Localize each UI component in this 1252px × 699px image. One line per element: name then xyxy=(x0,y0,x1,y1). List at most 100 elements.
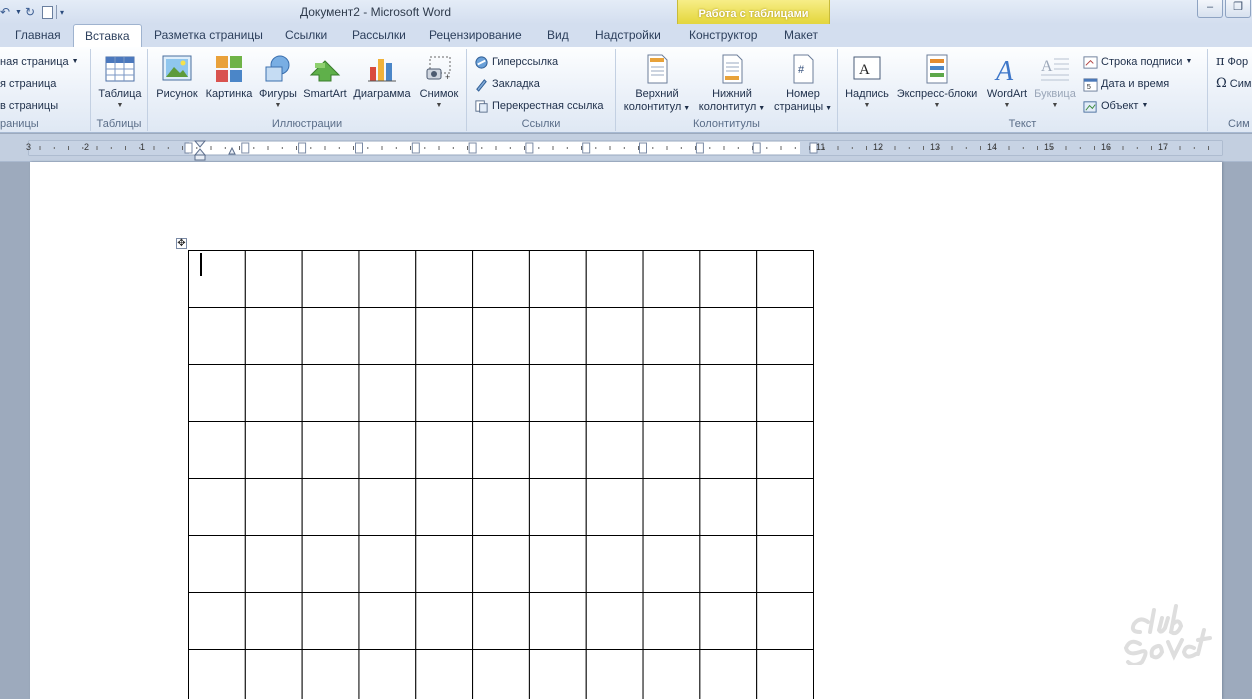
table-cell[interactable] xyxy=(301,592,360,650)
table-cell[interactable] xyxy=(301,535,360,593)
tab-table-design[interactable]: Конструктор xyxy=(689,24,757,47)
ruler-column-marker[interactable] xyxy=(695,142,704,154)
textbox-button[interactable]: A Надпись ▼ xyxy=(843,53,891,110)
chart-button[interactable]: Диаграмма xyxy=(351,53,413,101)
table-cell[interactable] xyxy=(188,592,246,650)
ruler-column-marker[interactable] xyxy=(298,142,307,154)
table-cell[interactable] xyxy=(699,478,758,536)
table-cell[interactable] xyxy=(528,421,587,479)
dropcap-button[interactable]: A Буквица ▼ xyxy=(1033,53,1077,110)
table-cell[interactable] xyxy=(244,478,303,536)
table-cell[interactable] xyxy=(585,364,644,422)
table-cell[interactable] xyxy=(244,649,303,699)
table-cell[interactable] xyxy=(244,307,303,365)
table-cell[interactable] xyxy=(699,649,758,699)
smartart-button[interactable]: SmartArt xyxy=(301,53,349,101)
table-cell[interactable] xyxy=(188,649,246,699)
table-cell[interactable] xyxy=(358,649,417,699)
table-cell[interactable] xyxy=(585,592,644,650)
table-cell[interactable] xyxy=(244,250,303,308)
table-cell[interactable] xyxy=(188,421,246,479)
table-cell[interactable] xyxy=(188,364,246,422)
wordart-button[interactable]: A WordArt ▼ xyxy=(983,53,1031,110)
table-cell[interactable] xyxy=(358,592,417,650)
table-cell[interactable] xyxy=(528,478,587,536)
table-cell[interactable] xyxy=(756,592,814,650)
table-cell[interactable] xyxy=(642,364,701,422)
table-cell[interactable] xyxy=(642,478,701,536)
ruler-column-marker[interactable] xyxy=(411,142,420,154)
table-cell[interactable] xyxy=(301,649,360,699)
table-cell[interactable] xyxy=(415,535,474,593)
table-cell[interactable] xyxy=(188,250,246,308)
table-cell[interactable] xyxy=(585,307,644,365)
ruler-column-marker[interactable] xyxy=(355,142,363,154)
table-cell[interactable] xyxy=(528,535,587,593)
table-cell[interactable] xyxy=(756,649,814,699)
table-cell[interactable] xyxy=(472,592,530,650)
tab-view[interactable]: Вид xyxy=(547,24,569,47)
table-cell[interactable] xyxy=(528,307,587,365)
table-cell[interactable] xyxy=(585,478,644,536)
table-button[interactable]: Таблица ▼ xyxy=(97,53,143,110)
table-cell[interactable] xyxy=(415,307,474,365)
table-cell[interactable] xyxy=(585,649,644,699)
table-cell[interactable] xyxy=(358,535,417,593)
table-cell[interactable] xyxy=(472,364,530,422)
table-cell[interactable] xyxy=(188,307,246,365)
redo-icon[interactable]: ↻ xyxy=(25,5,39,19)
table-cell[interactable] xyxy=(699,250,758,308)
table-cell[interactable] xyxy=(699,364,758,422)
tab-addins[interactable]: Надстройки xyxy=(595,24,661,47)
table-cell[interactable] xyxy=(642,307,701,365)
table-cell[interactable] xyxy=(358,250,417,308)
table-cell[interactable] xyxy=(301,478,360,536)
table-cell[interactable] xyxy=(699,592,758,650)
table-cell[interactable] xyxy=(699,535,758,593)
table-cell[interactable] xyxy=(415,364,474,422)
table-cell[interactable] xyxy=(244,535,303,593)
table-cell[interactable] xyxy=(756,421,814,479)
tab-mailings[interactable]: Рассылки xyxy=(352,24,406,47)
table-cell[interactable] xyxy=(756,364,814,422)
footer-button[interactable]: Нижний колонтитул ▼ xyxy=(696,53,768,115)
table-cell[interactable] xyxy=(301,250,360,308)
header-button[interactable]: Верхний колонтитул ▼ xyxy=(621,53,693,115)
ruler-column-marker[interactable] xyxy=(525,142,534,154)
blank-page-button[interactable]: я страница xyxy=(0,75,56,93)
table-cell[interactable] xyxy=(358,364,417,422)
table-cell[interactable] xyxy=(585,250,644,308)
equation-button[interactable]: π Фор xyxy=(1216,53,1248,71)
table-cell[interactable] xyxy=(699,421,758,479)
table-cell[interactable] xyxy=(642,592,701,650)
screenshot-button[interactable]: + Снимок ▼ xyxy=(416,53,462,110)
tab-insert[interactable]: Вставка xyxy=(73,24,142,48)
object-button[interactable]: Объект ▼ xyxy=(1083,97,1148,115)
table-cell[interactable] xyxy=(244,421,303,479)
tab-home[interactable]: Главная xyxy=(15,24,61,47)
table-cell[interactable] xyxy=(472,307,530,365)
cover-page-button[interactable]: ная страница ▼ xyxy=(0,53,79,71)
table-cell[interactable] xyxy=(642,535,701,593)
table-cell[interactable] xyxy=(756,307,814,365)
table-cell[interactable] xyxy=(528,364,587,422)
table-cell[interactable] xyxy=(415,649,474,699)
table-cell[interactable] xyxy=(415,250,474,308)
table-cell[interactable] xyxy=(472,649,530,699)
ruler-column-marker[interactable] xyxy=(241,142,250,154)
clipart-button[interactable]: Картинка xyxy=(203,53,255,101)
ruler-column-marker[interactable] xyxy=(184,142,193,154)
page-number-button[interactable]: # Номер страницы ▼ xyxy=(771,53,835,115)
signature-line-button[interactable]: Строка подписи ▼ xyxy=(1083,53,1192,71)
ruler-column-marker[interactable] xyxy=(752,142,761,154)
table-cell[interactable] xyxy=(415,478,474,536)
table-cell[interactable] xyxy=(472,535,530,593)
table-cell[interactable] xyxy=(699,307,758,365)
tab-page-layout[interactable]: Разметка страницы xyxy=(154,24,263,47)
table-cell[interactable] xyxy=(642,250,701,308)
table-cell[interactable] xyxy=(358,421,417,479)
table-cell[interactable] xyxy=(472,250,530,308)
left-indent-marker[interactable] xyxy=(194,154,206,161)
table-cell[interactable] xyxy=(301,421,360,479)
tab-review[interactable]: Рецензирование xyxy=(429,24,522,47)
